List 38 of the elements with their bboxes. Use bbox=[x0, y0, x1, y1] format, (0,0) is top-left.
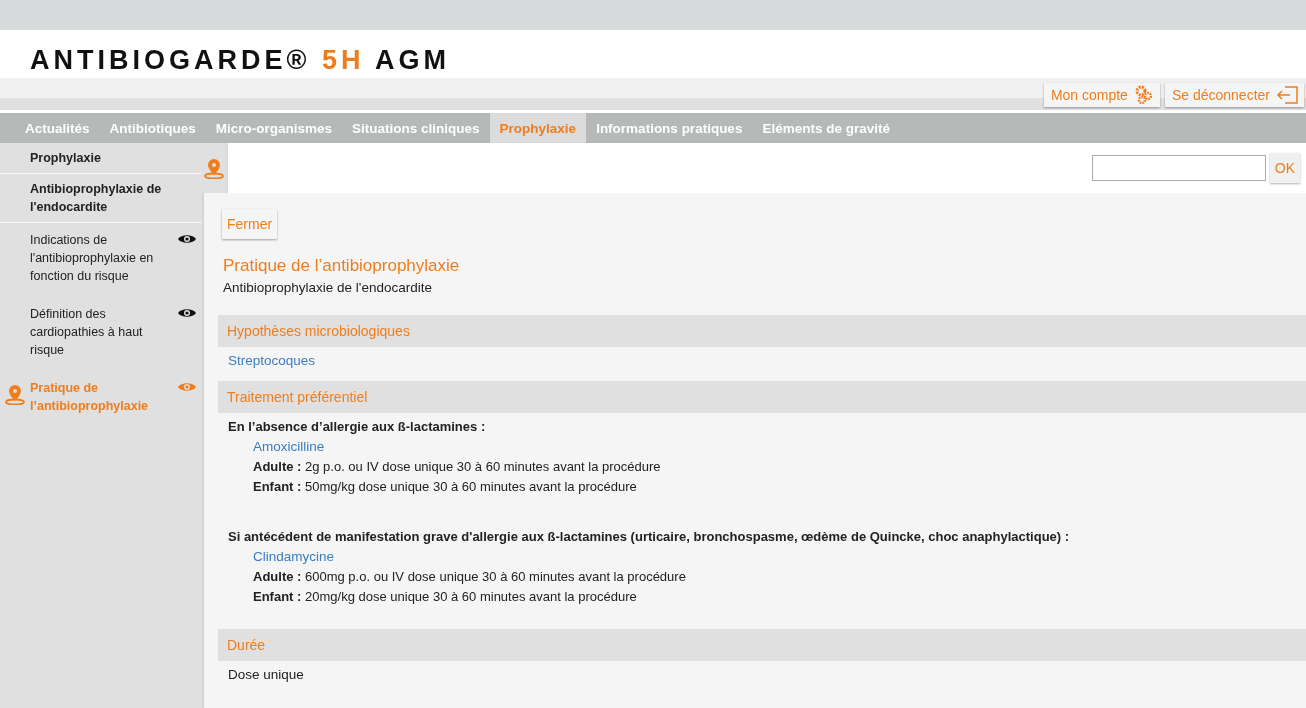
gears-icon bbox=[1133, 85, 1154, 105]
location-pin-icon bbox=[203, 157, 225, 179]
dose-text: Enfant : 50mg/kg dose unique 30 à 60 minutes avant la procédure bbox=[253, 478, 638, 496]
section-header: Traitement préférentiel bbox=[218, 381, 1306, 413]
sidebar-item[interactable]: Définition des cardiopathies à haut risque bbox=[30, 305, 165, 359]
condition-text: En l’absence d’allergie aux ß-lactamines : bbox=[228, 418, 487, 436]
eye-icon[interactable] bbox=[177, 307, 197, 319]
drug-link[interactable]: Clindamycine bbox=[253, 547, 1296, 567]
dose-text: Adulte : 2g p.o. ou IV dose unique 30 à 60 minutes avant la procédure bbox=[253, 458, 662, 476]
nav-tab[interactable]: Micro-organismes bbox=[205, 113, 343, 143]
section-header: Durée bbox=[218, 629, 1306, 661]
search-field[interactable] bbox=[1091, 155, 1266, 181]
sidebar-item[interactable]: Indications de l'antibioprophylaxie en fonction du risque bbox=[30, 231, 165, 285]
duration-text: Dose unique bbox=[228, 666, 305, 684]
nav-tab[interactable]: Actualités bbox=[15, 113, 100, 143]
nav-tab[interactable]: Informations pratiques bbox=[586, 113, 753, 143]
account-button[interactable]: Mon compte bbox=[1043, 83, 1160, 107]
nav-tab[interactable]: Prophylaxie bbox=[489, 113, 587, 143]
sidebar-item[interactable]: Prophylaxie bbox=[30, 149, 165, 167]
nav-tab[interactable]: Eléments de gravité bbox=[752, 113, 900, 143]
organism-link[interactable]: Streptocoques bbox=[228, 351, 1296, 371]
page-title: Pratique de l’antibioprophylaxie bbox=[223, 256, 461, 276]
ok-button[interactable]: OK bbox=[1269, 153, 1300, 183]
app-logo: ANTIBIOGARDE® 5H AGM bbox=[30, 44, 451, 76]
section-header: Hypothèses microbiologiques bbox=[218, 315, 1306, 347]
logout-button[interactable]: Se déconnecter bbox=[1164, 83, 1304, 107]
close-button[interactable]: Fermer bbox=[222, 209, 278, 239]
nav-tab[interactable]: Situations cliniques bbox=[342, 113, 490, 143]
logout-icon bbox=[1276, 86, 1298, 104]
nav-tab[interactable]: Antibiotiques bbox=[99, 113, 206, 143]
sidebar-item[interactable]: Pratique de l’antibioprophylaxie bbox=[30, 379, 165, 415]
page-subtitle: Antibioprophylaxie de l'endocardite bbox=[223, 280, 433, 295]
sidebar-item[interactable]: Antibioprophylaxie de l'endocardite bbox=[30, 180, 165, 216]
condition-text: Si antécédent de manifestation grave d'allergie aux ß-lactamines (urticaire, bronchospasme, œdème de Quincke, choc anaphylactique) : bbox=[228, 528, 1071, 546]
dose-text: Enfant : 20mg/kg dose unique 30 à 60 minutes avant la procédure bbox=[253, 588, 638, 606]
dose-text: Adulte : 600mg p.o. ou IV dose unique 30 à 60 minutes avant la procédure bbox=[253, 568, 687, 586]
drug-link[interactable]: Amoxicilline bbox=[253, 437, 1296, 457]
eye-icon[interactable] bbox=[177, 233, 197, 245]
